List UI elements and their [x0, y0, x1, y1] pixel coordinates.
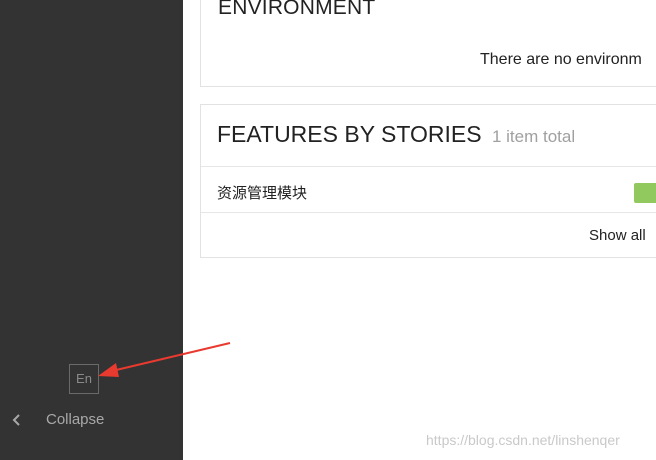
features-title-text: FEATURES BY STORIES [217, 121, 482, 147]
features-count: 1 item total [491, 127, 576, 146]
collapse-label: Collapse [46, 411, 105, 428]
features-header: FEATURES BY STORIES 1 item total [201, 105, 656, 167]
feature-row-label: 资源管理模块 [217, 184, 308, 202]
feature-progress-bar [634, 183, 656, 203]
environment-title: ENVIRONMENT [218, 0, 376, 19]
chevron-left-icon [12, 414, 20, 426]
feature-row[interactable]: 资源管理模块 [201, 167, 656, 213]
app-window: En Collapse ENVIRONMENT There are no env… [0, 0, 656, 460]
features-title: FEATURES BY STORIES 1 item total [217, 121, 575, 148]
features-card: FEATURES BY STORIES 1 item total 资源管理模块 … [200, 104, 656, 258]
environment-card: ENVIRONMENT There are no environm [200, 0, 656, 87]
environment-empty-text: There are no environm [480, 51, 642, 68]
sidebar: En Collapse [0, 0, 183, 460]
main-content: ENVIRONMENT There are no environm FEATUR… [183, 0, 656, 460]
show-all-link[interactable]: Show all [589, 227, 646, 244]
language-toggle-button[interactable]: En [69, 364, 99, 394]
collapse-button[interactable]: Collapse [0, 405, 183, 435]
watermark: https://blog.csdn.net/linshenqer [426, 432, 620, 448]
